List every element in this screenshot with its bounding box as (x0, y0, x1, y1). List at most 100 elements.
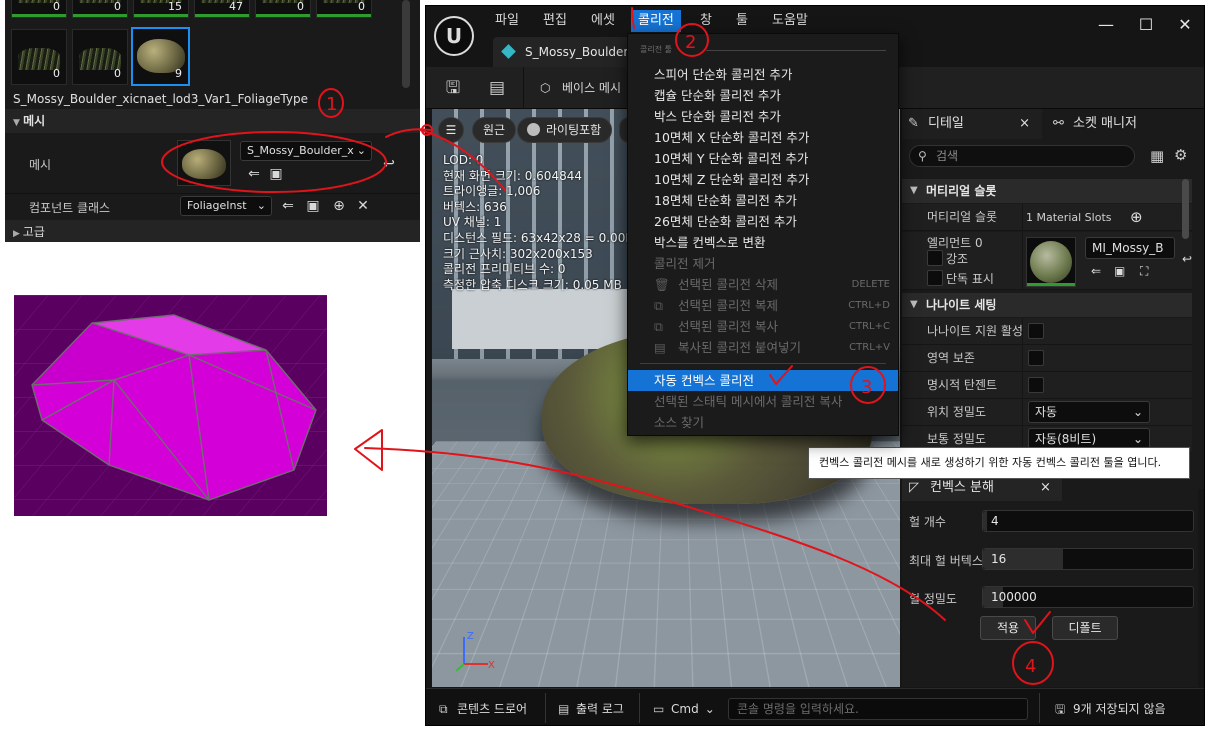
menu-item-add-26dop[interactable]: 26면체 단순화 콜리전 추가 (628, 211, 898, 232)
reset-arrow-icon[interactable]: ↩ (1182, 252, 1192, 266)
content-drawer-button[interactable]: ⧉ 콘텐츠 드로어 (437, 696, 527, 722)
foliage-thumb[interactable]: 0 (72, 0, 128, 18)
foliage-thumb[interactable]: 0 (255, 0, 311, 18)
add-icon[interactable]: ⊕ (331, 198, 347, 214)
preserve-area-checkbox[interactable] (1028, 350, 1044, 366)
max-hull-verts-value: 16 (991, 552, 1007, 566)
foliage-thumb-selected[interactable]: 9 (131, 27, 190, 86)
scrollbar[interactable] (402, 0, 410, 88)
menu-collision[interactable]: 콜리전 (631, 10, 681, 32)
viewport-menu-button[interactable]: ☰ (438, 117, 464, 143)
material-slots-section[interactable]: ▼ 머티리얼 슬롯 (902, 179, 1192, 203)
material-thumbnail[interactable] (1026, 237, 1076, 287)
mesh-asset-picker[interactable]: S_Mossy_Boulder_x ⌄ (240, 141, 372, 161)
foliage-thumb[interactable]: 0 (11, 29, 67, 85)
view-mode-button[interactable]: 라이팅포함 (517, 117, 613, 143)
component-class-picker[interactable]: FoliageInst ⌄ (180, 196, 272, 216)
menu-asset[interactable]: 에셋 (584, 10, 622, 32)
nanite-enable-checkbox[interactable] (1028, 323, 1044, 339)
use-selected-icon[interactable]: ⇐ (280, 198, 296, 214)
output-log-button[interactable]: ▤ 출력 로그 (556, 696, 624, 722)
details-scrollbar[interactable] (1182, 179, 1189, 239)
hull-precision-input[interactable]: 100000 (982, 586, 1194, 608)
explicit-tangents-checkbox[interactable] (1028, 377, 1044, 393)
menu-item-add-10dop-x[interactable]: 10면체 X 단순화 콜리전 추가 (628, 127, 898, 148)
browse-folder-icon[interactable]: ▣ (1114, 264, 1125, 278)
menu-item-add-sphere[interactable]: 스피어 단순화 콜리전 추가 (628, 64, 898, 85)
tab-label: 컨벡스 분해 (930, 480, 994, 495)
asset-tab-title: S_Mossy_Boulder (525, 45, 629, 59)
apply-button[interactable]: 적용 (980, 616, 1036, 640)
material-picker[interactable]: MI_Mossy_B (1085, 237, 1175, 259)
search-input[interactable]: ⚲ 검색 (909, 145, 1135, 167)
foliage-thumb[interactable]: 47 (194, 0, 250, 18)
asset-tab[interactable]: S_Mossy_Boulder (493, 37, 643, 67)
trash-icon: 🗑 (654, 277, 670, 292)
menu-item-find-source[interactable]: 소스 찾기 (628, 412, 898, 433)
menu-item-paste-copied[interactable]: ▤ 복사된 콜리전 붙여넣기 CTRL+V (628, 337, 898, 358)
hamburger-icon: ☰ (445, 123, 457, 137)
defaults-button[interactable]: 디폴트 (1052, 616, 1118, 640)
highlight-label: 강조 (946, 252, 969, 266)
mesh-thumbnail[interactable] (177, 140, 231, 186)
foliage-thumb[interactable]: 15 (133, 0, 189, 18)
clear-icon[interactable]: ✕ (355, 198, 371, 214)
hull-count-input[interactable]: 4 (982, 510, 1194, 532)
base-mesh-button[interactable]: ⬡ 베이스 메시 (540, 77, 621, 99)
close-button[interactable]: ✕ (1170, 13, 1200, 37)
minimize-button[interactable]: — (1091, 13, 1121, 37)
max-hull-verts-input[interactable]: 16 (982, 548, 1194, 570)
browse-folder-icon[interactable]: ▣ (305, 198, 321, 214)
menu-tools[interactable]: 툴 (729, 10, 755, 32)
menu-item-auto-convex[interactable]: 자동 컨벡스 콜리전 (628, 370, 898, 391)
console-command-input[interactable]: 콘솔 명령을 입력하세요. (728, 698, 1028, 720)
nanite-section[interactable]: ▼ 나나이트 세팅 (902, 293, 1192, 317)
use-selected-icon[interactable]: ⇐ (1091, 264, 1101, 278)
menu-item-add-box[interactable]: 박스 단순화 콜리전 추가 (628, 106, 898, 127)
perspective-button[interactable]: 원근 (472, 117, 517, 143)
cmd-dropdown[interactable]: ▭ Cmd ⌄ (651, 696, 715, 722)
tab-socket-manager[interactable]: ⚯ 소켓 매니저 (1047, 109, 1197, 139)
chevron-down-icon: ⌄ (1132, 405, 1143, 419)
gear-icon[interactable]: ⚙ (1174, 146, 1187, 164)
maximize-button[interactable]: ☐ (1131, 13, 1161, 37)
menu-edit[interactable]: 편집 (536, 10, 574, 32)
isolate-checkbox[interactable] (927, 270, 943, 286)
menu-item-copy-selected[interactable]: ⧉ 선택된 콜리전 복사 CTRL+C (628, 316, 898, 337)
menu-item-copy-from-static-mesh[interactable]: 선택된 스태틱 메시에서 콜리전 복사 (628, 391, 898, 412)
grid-view-icon[interactable]: ▦ (1150, 147, 1164, 165)
foliage-thumb[interactable]: 0 (11, 0, 67, 18)
menu-item-delete-selected[interactable]: 🗑 선택된 콜리전 삭제 DELETE (628, 274, 898, 295)
menu-item-duplicate-selected[interactable]: ⧉ 선택된 콜리전 복제 CTRL+D (628, 295, 898, 316)
use-selected-icon[interactable]: ⇐ (246, 166, 262, 182)
position-precision-select[interactable]: 자동 ⌄ (1028, 401, 1150, 423)
highlight-checkbox[interactable] (927, 250, 943, 266)
add-slot-icon[interactable]: ⊕ (1130, 208, 1143, 226)
menu-item-add-capsule[interactable]: 캡슐 단순화 콜리전 추가 (628, 85, 898, 106)
menu-item-remove-collision[interactable]: 콜리전 제거 (628, 253, 898, 274)
instance-count: 47 (229, 0, 243, 13)
foliage-thumb[interactable]: 0 (316, 0, 372, 18)
foliage-thumb[interactable]: 0 (72, 29, 128, 85)
save-icon[interactable]: 🖫 (442, 77, 464, 99)
close-tab-icon[interactable]: × (1019, 109, 1030, 139)
mesh-section-header[interactable]: ▼ 메시 (5, 109, 420, 133)
menu-window[interactable]: 창 (693, 10, 719, 32)
tab-details[interactable]: ✎ 디테일 × (902, 109, 1042, 139)
hull-precision-label: 헐 정밀도 (909, 592, 957, 606)
menu-item-add-10dop-z[interactable]: 10면체 Z 단순화 콜리전 추가 (628, 169, 898, 190)
make-instance-icon[interactable]: ⛶ (1140, 264, 1148, 279)
reset-arrow-icon[interactable]: ↩ (381, 156, 397, 172)
background-building (452, 289, 632, 349)
menu-item-add-10dop-y[interactable]: 10면체 Y 단순화 콜리전 추가 (628, 148, 898, 169)
cmd-label: Cmd (671, 702, 699, 716)
menu-item-convert-boxes[interactable]: 박스를 컨벡스로 변환 (628, 232, 898, 253)
menu-help[interactable]: 도움말 (765, 10, 815, 32)
advanced-section-header[interactable]: ▶ 고급 (5, 220, 420, 242)
menu-item-add-18dop[interactable]: 18면체 단순화 콜리전 추가 (628, 190, 898, 211)
material-name: MI_Mossy_B (1092, 241, 1164, 255)
menu-file[interactable]: 파일 (488, 10, 526, 32)
browse-folder-icon[interactable]: ▣ (268, 166, 284, 182)
browse-asset-icon[interactable]: ▤ (486, 77, 508, 99)
unsaved-assets-button[interactable]: 🖫 9개 저장되지 않음 (1053, 696, 1166, 722)
